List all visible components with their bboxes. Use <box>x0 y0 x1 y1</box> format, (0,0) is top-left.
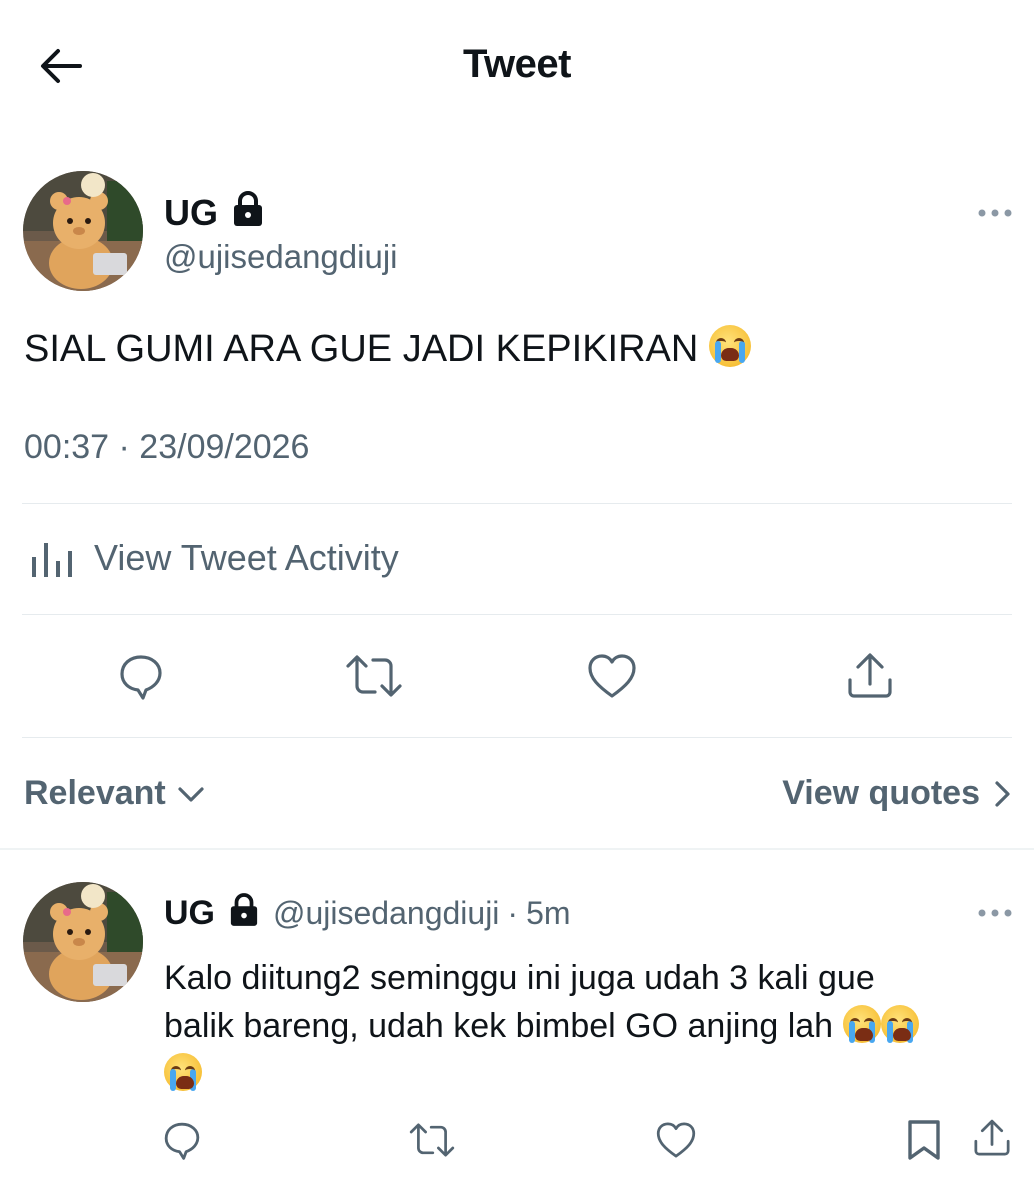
activity-chart-icon <box>32 543 72 577</box>
tweet-text-body: SIAL GUMI ARA GUE JADI KEPIKIRAN <box>24 328 699 370</box>
retweet-icon <box>346 655 402 697</box>
loudly-crying-face-icon <box>842 1005 881 1043</box>
sort-relevant-dropdown[interactable]: Relevant <box>24 774 206 813</box>
reply-icon <box>164 1122 200 1160</box>
reply-text-line-2: balik bareng, udah kek bimbel GO anjing … <box>164 1007 834 1045</box>
reply-avatar[interactable] <box>23 882 143 1002</box>
loudly-crying-face-icon <box>708 325 751 367</box>
view-quotes-label: View quotes <box>782 774 980 812</box>
tweet-timestamp[interactable]: 00:37 · 23/09/2026 <box>24 428 309 467</box>
retweet-icon <box>409 1123 455 1157</box>
share-icon <box>848 653 892 698</box>
section-divider <box>0 848 1034 850</box>
reply-retweet-button[interactable] <box>402 1112 462 1168</box>
reply-text: Kalo diitung2 seminggu ini juga udah 3 k… <box>164 954 1004 1098</box>
loudly-crying-face-icon <box>880 1005 919 1043</box>
reply-author-handle[interactable]: @ujisedangdiuji <box>273 895 499 932</box>
reply-author-name[interactable]: UG <box>164 894 215 933</box>
like-icon <box>588 654 636 698</box>
like-icon <box>656 1122 696 1158</box>
reply-share-button[interactable] <box>962 1110 1022 1166</box>
like-button[interactable] <box>582 648 642 704</box>
retweet-button[interactable] <box>344 648 404 704</box>
reply-icon <box>120 655 162 700</box>
chevron-right-icon <box>995 780 1010 807</box>
share-icon <box>974 1119 1010 1156</box>
share-button[interactable] <box>840 648 900 704</box>
chevron-down-icon <box>178 786 204 802</box>
view-tweet-activity-label: View Tweet Activity <box>94 537 399 578</box>
view-tweet-activity-link[interactable]: View Tweet Activity <box>24 535 399 581</box>
loudly-crying-face-icon <box>164 1053 202 1091</box>
sort-label: Relevant <box>24 774 166 812</box>
avatar-image <box>23 171 143 291</box>
author-handle[interactable]: @ujisedangdiuji <box>164 238 397 276</box>
reply-text-line-1: Kalo diitung2 seminggu ini juga udah 3 k… <box>164 959 875 997</box>
lock-icon <box>232 190 264 235</box>
bookmark-icon <box>908 1120 940 1160</box>
reply-time[interactable]: 5m <box>526 895 570 932</box>
lock-icon <box>229 892 259 935</box>
divider <box>22 503 1012 504</box>
reply-more-options-icon[interactable] <box>976 906 1016 918</box>
view-quotes-link[interactable]: View quotes <box>782 774 1012 813</box>
tweet-text: SIAL GUMI ARA GUE JADI KEPIKIRAN <box>24 325 751 371</box>
reply-bookmark-button[interactable] <box>894 1112 954 1168</box>
divider <box>22 737 1012 738</box>
avatar[interactable] <box>23 171 143 291</box>
page-title: Tweet <box>463 42 571 86</box>
reply-like-button[interactable] <box>646 1112 706 1168</box>
divider <box>22 614 1012 615</box>
reply-button[interactable] <box>111 648 171 704</box>
reply-reply-button[interactable] <box>152 1112 212 1168</box>
more-options-icon[interactable] <box>976 206 1016 218</box>
reply-meta-separator: · <box>507 895 519 931</box>
avatar-image <box>23 882 143 1002</box>
author-name[interactable]: UG <box>164 192 218 234</box>
